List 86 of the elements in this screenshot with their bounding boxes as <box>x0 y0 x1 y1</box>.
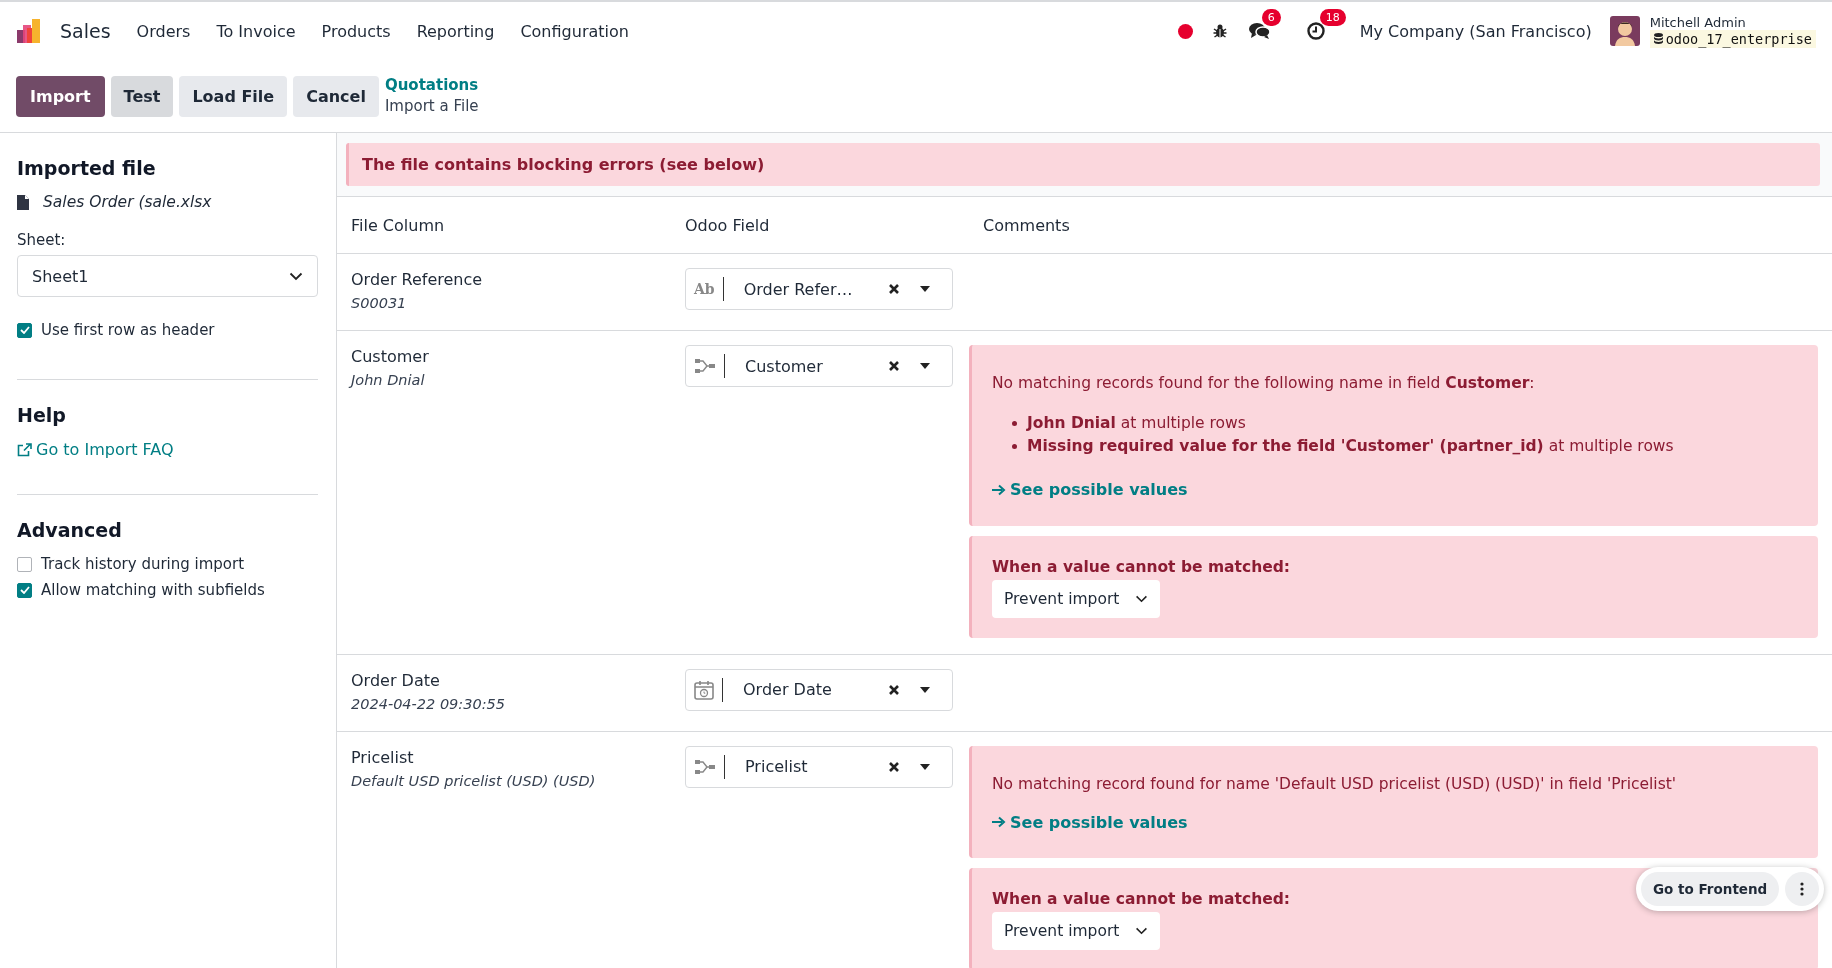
database-name: odoo_17_enterprise <box>1649 29 1816 48</box>
database-icon <box>1653 33 1663 44</box>
error-alert: The file contains blocking errors (see below) <box>346 143 1820 186</box>
faq-link[interactable]: Go to Import FAQ <box>17 440 318 459</box>
action-button[interactable]: Load File <box>179 75 288 117</box>
chevron-down-icon <box>1135 927 1148 935</box>
action-button[interactable]: Cancel <box>293 75 379 117</box>
field-select[interactable]: Order Date <box>685 668 953 711</box>
external-link-icon <box>17 442 32 457</box>
field-select[interactable]: Ab Order Refer… <box>685 268 953 310</box>
column-name: Customer <box>351 346 430 368</box>
message-count: 6 <box>1261 9 1281 26</box>
menu-item[interactable]: Configuration <box>520 21 629 41</box>
relation-icon <box>694 358 716 374</box>
file-icon <box>17 194 29 210</box>
caret-icon <box>920 363 930 369</box>
action-button[interactable]: Import <box>16 75 105 117</box>
sheet-select[interactable]: Sheet1 <box>17 255 318 297</box>
bullet-icon <box>1012 444 1017 449</box>
clear-icon <box>888 683 900 696</box>
app-logo-icon <box>16 18 42 44</box>
checkbox[interactable] <box>17 582 32 598</box>
bullet-icon <box>1012 421 1017 426</box>
menu-item[interactable]: Reporting <box>416 21 495 41</box>
column-header: Comments <box>982 215 1071 235</box>
error-message: No matching record found for name 'Default USD pricelist (USD) (USD)' in field 'Pricelist' <box>992 774 1678 793</box>
chevron-down-icon <box>1135 594 1148 603</box>
section-title: Advanced <box>17 519 123 541</box>
chevron-down-icon <box>289 271 303 281</box>
clock-icon <box>1305 21 1326 41</box>
record-dot-icon[interactable] <box>1177 23 1193 39</box>
chat-icon <box>1247 21 1272 41</box>
arrow-right-icon <box>992 816 1006 828</box>
section-title: Imported file <box>17 157 157 179</box>
type-label: Ab <box>694 281 715 297</box>
clear-icon <box>888 360 900 372</box>
caret-icon <box>920 286 930 292</box>
field-select[interactable]: Customer <box>685 345 953 387</box>
arrow-right-icon <box>992 483 1006 496</box>
file-name: Sales Order (sale.xlsx <box>43 193 212 211</box>
clear-icon <box>888 760 900 773</box>
see-values-link[interactable]: See possible values <box>992 812 1188 832</box>
user-name[interactable]: Mitchell Admin <box>1649 14 1816 30</box>
section-title: Help <box>17 404 67 426</box>
caret-icon <box>920 686 930 693</box>
relation-icon <box>694 758 716 775</box>
fallback-label: When a value cannot be matched: <box>992 557 1290 576</box>
clear-icon <box>888 283 900 295</box>
see-values-link[interactable]: See possible values <box>992 480 1188 499</box>
calendar-icon <box>694 679 714 700</box>
error-detail: Missing required value for the field 'Customer' (partner_id) at multiple rows <box>1027 436 1674 457</box>
menu-item[interactable]: Orders <box>136 21 191 41</box>
column-header: File Column <box>350 215 446 235</box>
sample-value: S00031 <box>351 294 408 313</box>
action-button[interactable]: Test <box>110 75 174 117</box>
app-name[interactable]: Sales <box>60 20 111 42</box>
fallback-select[interactable]: Prevent import <box>992 579 1160 618</box>
checkbox-label: Allow matching with subfields <box>41 581 265 599</box>
menu-item[interactable]: Products <box>321 21 391 41</box>
menu-item[interactable]: To Invoice <box>216 21 296 41</box>
page-title: Import a File <box>384 96 479 117</box>
sample-value: Default USD pricelist (USD) (USD) <box>351 771 597 791</box>
sample-value: 2024-04-22 09:30:55 <box>351 694 506 714</box>
caret-icon <box>920 763 930 770</box>
column-name: Pricelist <box>351 746 415 769</box>
checkbox[interactable] <box>17 556 32 572</box>
more-icon <box>1800 882 1805 896</box>
more-button[interactable] <box>1785 872 1820 906</box>
frontend-button[interactable]: Go to Frontend <box>1641 872 1780 906</box>
checkbox-label: Track history during import <box>41 555 245 573</box>
checkbox[interactable] <box>17 322 32 338</box>
error-message: No matching records found for the following name in field Customer: <box>992 374 1536 392</box>
column-name: Order Reference <box>351 269 484 291</box>
fallback-label: When a value cannot be matched: <box>992 890 1290 908</box>
activity-count: 18 <box>1319 9 1346 26</box>
avatar-icon <box>1609 16 1640 46</box>
fallback-select[interactable]: Prevent import <box>992 912 1160 950</box>
breadcrumb-link[interactable]: Quotations <box>384 75 479 96</box>
column-name: Order Date <box>351 669 441 692</box>
field-label: Sheet: <box>17 231 67 249</box>
bug-icon <box>1211 23 1228 39</box>
checkbox-label: Use first row as header <box>41 321 215 339</box>
field-select[interactable]: Pricelist <box>685 745 953 788</box>
error-detail: John Dnial at multiple rows <box>1027 413 1246 434</box>
column-header: Odoo Field <box>684 215 771 235</box>
company-switcher[interactable]: My Company (San Francisco) <box>1359 21 1592 41</box>
